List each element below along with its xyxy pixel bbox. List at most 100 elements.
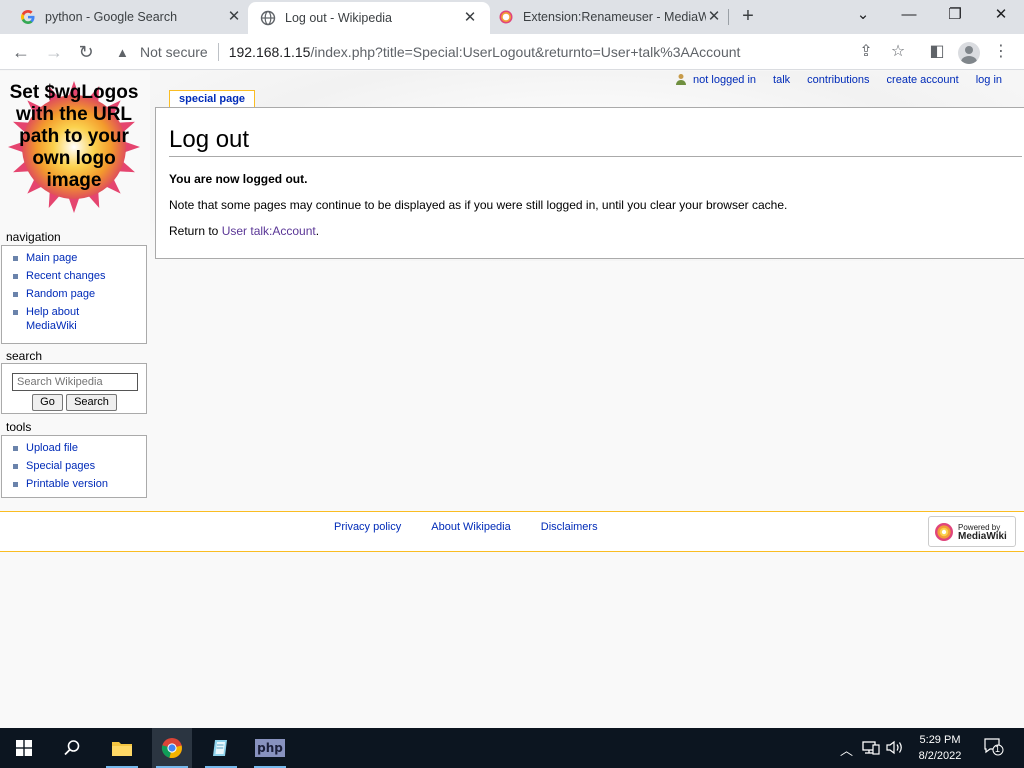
search-input[interactable] [12,373,138,391]
security-label[interactable]: Not secure [140,44,208,60]
reload-icon[interactable]: ↻ [74,40,98,64]
clock-date: 8/2/2022 [918,750,962,762]
clock-time: 5:29 PM [919,734,961,746]
tab-special-page[interactable]: special page [169,90,256,108]
google-icon [20,9,36,25]
nav-item-main-page[interactable]: Main page [11,251,146,265]
go-button[interactable]: Go [32,394,63,411]
tab-log-out-wikipedia[interactable]: Log out - Wikipedia ✕ [248,2,490,34]
close-tab-icon[interactable]: ✕ [706,9,722,25]
close-tab-icon[interactable]: ✕ [462,10,478,26]
search-heading: search [6,349,43,363]
nav-link[interactable]: Help about MediaWiki [26,306,79,332]
tools-portlet: Upload file Special pages Printable vers… [1,435,147,498]
volume-icon[interactable] [886,740,904,758]
footer-links: Privacy policy About Wikipedia Disclaime… [334,521,598,533]
contributions-link[interactable]: contributions [807,74,869,86]
mediawiki-logo-icon [935,522,953,541]
tab-separator [728,9,729,25]
footer: Privacy policy About Wikipedia Disclaime… [0,511,1024,552]
bookmark-star-icon[interactable]: ☆ [887,41,909,63]
tab-google-search[interactable]: python - Google Search ✕ [0,0,248,34]
nav-link[interactable]: Recent changes [26,270,106,282]
browser-toolbar: ← → ↻ ▲ Not secure 192.168.1.15/index.ph… [0,34,1024,70]
nav-item-help[interactable]: Help about MediaWiki [11,305,91,333]
return-link[interactable]: User talk:Account [222,224,316,238]
mediawiki-icon [498,9,514,25]
network-icon[interactable] [862,740,880,758]
show-hidden-icons-chevron-icon[interactable]: ︿ [840,740,853,759]
back-arrow-icon[interactable]: ← [9,40,33,64]
close-tab-icon[interactable]: ✕ [226,9,242,25]
close-window-icon[interactable]: ✕ [986,4,1016,26]
return-prefix: Return to [169,224,219,238]
tools-link[interactable]: Special pages [26,460,95,472]
warning-triangle-icon[interactable]: ▲ [116,45,132,60]
file-explorer-icon[interactable] [102,728,142,768]
more-menu-icon[interactable]: ⋮ [990,41,1012,63]
disclaimers-link[interactable]: Disclaimers [541,521,598,533]
page-title: Log out [169,126,1022,157]
browser-tab-strip: python - Google Search ✕ Log out - Wikip… [0,0,1024,34]
system-clock[interactable]: 5:29 PM 8/2/2022 [914,732,966,764]
address-bar[interactable]: ▲ Not secure 192.168.1.15/index.php?titl… [108,38,848,66]
windows-taskbar: php ︿ 5:29 PM 8/2/2022 1 [0,728,1024,768]
search-icon[interactable] [52,728,92,768]
personal-tools: not logged in talk contributions create … [675,73,1002,86]
php-app-icon[interactable]: php [250,728,290,768]
side-panel-icon[interactable]: ◧ [926,41,948,63]
notification-count-badge: 1 [995,744,1001,754]
powered-by-mediawiki-badge[interactable]: Powered by MediaWiki [928,516,1016,547]
tools-item-special-pages[interactable]: Special pages [11,459,146,473]
windows-start-icon[interactable] [4,728,44,768]
search-button[interactable]: Search [66,394,117,411]
restore-icon[interactable]: ❐ [940,4,970,26]
notepad-app-icon[interactable] [201,728,241,768]
chrome-icon[interactable] [152,728,192,768]
tools-heading: tools [6,420,32,434]
logged-out-message: You are now logged out. [169,172,308,186]
cache-note: Note that some pages may continue to be … [169,198,788,212]
site-logo[interactable]: Set $wgLogos with the URL path to your o… [4,79,144,219]
url-path: /index.php?title=Special:UserLogout&retu… [310,44,741,60]
logo-placeholder-text: Set $wgLogos with the URL path to your o… [9,82,139,191]
privacy-policy-link[interactable]: Privacy policy [334,521,401,533]
nav-link[interactable]: Random page [26,288,95,300]
forward-arrow-icon[interactable]: → [42,40,66,64]
tools-item-upload-file[interactable]: Upload file [11,441,146,455]
main-content: Log out You are now logged out. Note tha… [155,107,1024,259]
php-label: php [255,739,285,757]
create-account-link[interactable]: create account [887,74,959,86]
nav-link[interactable]: Main page [26,252,77,264]
search-portlet: Go Search [1,363,147,414]
talk-link[interactable]: talk [773,74,790,86]
user-icon [676,74,687,85]
omnibox-divider [217,43,219,61]
new-tab-plus-icon[interactable]: + [737,6,759,28]
not-logged-in-link[interactable]: not logged in [693,74,756,86]
action-center-icon[interactable]: 1 [984,738,1006,758]
tools-item-printable-version[interactable]: Printable version [11,477,146,491]
log-in-link[interactable]: log in [976,74,1002,86]
profile-avatar-icon[interactable] [958,42,980,64]
about-wikipedia-link[interactable]: About Wikipedia [431,521,511,533]
globe-icon [260,10,276,26]
wiki-page: not logged in talk contributions create … [0,71,1024,728]
navigation-heading: navigation [6,230,61,244]
share-icon[interactable]: ⇪ [855,41,877,63]
nav-item-random-page[interactable]: Random page [11,287,146,301]
tools-link[interactable]: Upload file [26,442,78,454]
tab-extension-renameuser[interactable]: Extension:Renameuser - MediaWiki ✕ [490,0,728,34]
tab-title: Extension:Renameuser - MediaWiki [523,10,706,24]
tab-title: python - Google Search [45,10,178,24]
minimize-icon[interactable]: — [894,4,924,26]
return-suffix: . [315,224,320,238]
tab-search-chevron-icon[interactable]: ⌄ [848,4,878,26]
return-to-line: Return to User talk:Account. [169,224,1022,239]
powered-by-line2: MediaWiki [958,530,1007,542]
nav-item-recent-changes[interactable]: Recent changes [11,269,146,283]
tab-title: Log out - Wikipedia [285,11,393,25]
url-host: 192.168.1.15 [228,44,311,60]
tools-link[interactable]: Printable version [26,478,108,490]
navigation-portlet: Main page Recent changes Random page Hel… [1,245,147,344]
